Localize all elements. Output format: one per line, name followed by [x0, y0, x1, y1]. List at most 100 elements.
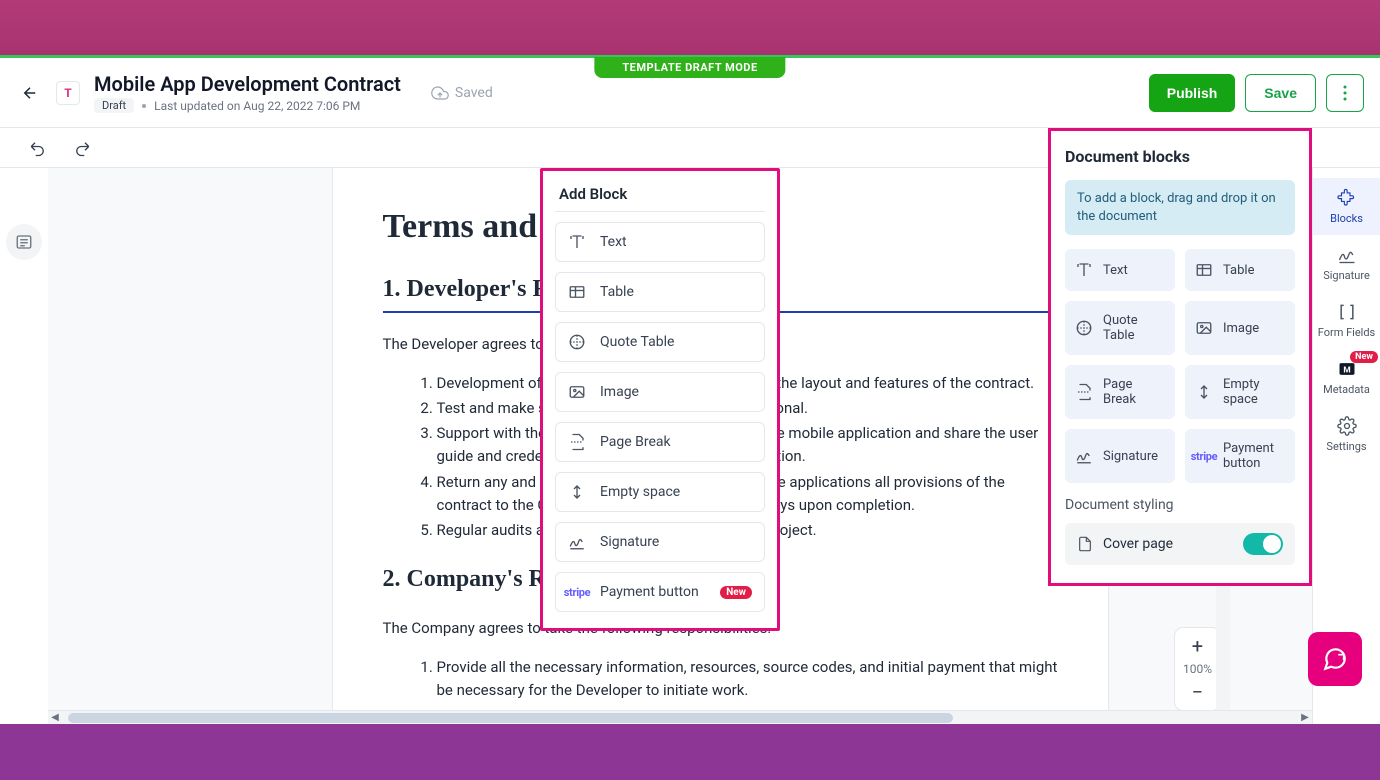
redo-button[interactable] [68, 134, 96, 162]
doc-block-payment[interactable]: stripe Payment button [1185, 429, 1295, 483]
gear-icon [1337, 416, 1357, 436]
grid-item-label: Signature [1103, 449, 1158, 464]
doc-block-text[interactable]: Text [1065, 249, 1175, 291]
new-badge: New [1350, 351, 1378, 363]
outline-button[interactable] [6, 224, 42, 260]
add-block-item-signature[interactable]: Signature [555, 522, 765, 562]
signature-icon [1075, 447, 1093, 465]
text-icon [568, 233, 586, 251]
brackets-icon [1337, 302, 1357, 322]
block-item-label: Empty space [600, 484, 680, 500]
undo-icon [29, 139, 47, 157]
zoom-level: 100% [1183, 662, 1212, 676]
cloud-saved-icon [431, 84, 449, 102]
document-styling-label: Document styling [1065, 497, 1295, 513]
empty-space-icon [1195, 383, 1213, 401]
block-item-label: Signature [600, 534, 659, 550]
rail-tab-signature[interactable]: Signature [1313, 235, 1380, 292]
saved-text: Saved [455, 85, 493, 101]
grid-item-label: Page Break [1103, 377, 1165, 407]
rail-tab-metadata[interactable]: New M Metadata [1313, 349, 1380, 406]
svg-text:M: M [1343, 365, 1350, 375]
table-icon [1195, 261, 1213, 279]
zoom-out-button[interactable]: − [1192, 682, 1203, 702]
table-icon [568, 283, 586, 301]
add-block-item-page-break[interactable]: Page Break [555, 422, 765, 462]
more-menu-button[interactable] [1326, 74, 1364, 112]
doc-block-image[interactable]: Image [1185, 301, 1295, 355]
horizontal-scrollbar[interactable]: ◀ ▶ [48, 710, 1312, 724]
add-block-item-table[interactable]: Table [555, 272, 765, 312]
header-bar: TEMPLATE DRAFT MODE T Mobile App Develop… [0, 58, 1380, 128]
list-item: Provide all the necessary information, r… [437, 656, 1058, 703]
block-item-label: Page Break [600, 434, 671, 450]
doc-block-page-break[interactable]: Page Break [1065, 365, 1175, 419]
cover-page-icon [1077, 536, 1093, 552]
text-icon [1075, 261, 1093, 279]
signature-icon [568, 533, 586, 551]
add-block-item-text[interactable]: Text [555, 222, 765, 262]
add-block-item-quote-table[interactable]: Quote Table [555, 322, 765, 362]
payment-icon: stripe [568, 583, 586, 601]
rail-tab-label: Metadata [1323, 383, 1370, 396]
add-block-popup: Add Block Text Table Quote Table Image Page … [540, 168, 780, 631]
rail-tab-label: Settings [1326, 440, 1366, 453]
doc-block-empty-space[interactable]: Empty space [1185, 365, 1295, 419]
document-title: Mobile App Development Contract [94, 72, 401, 96]
zoom-in-button[interactable]: + [1192, 636, 1203, 656]
new-badge: New [720, 586, 752, 599]
puzzle-icon [1337, 188, 1357, 208]
rail-tab-label: Signature [1323, 269, 1370, 282]
publish-button[interactable]: Publish [1149, 74, 1236, 112]
empty-space-icon [568, 483, 586, 501]
grid-item-label: Empty space [1223, 377, 1285, 407]
grid-item-label: Payment button [1223, 441, 1285, 471]
doc-block-quote-table[interactable]: Quote Table [1065, 301, 1175, 355]
kebab-icon [1343, 85, 1347, 101]
rail-tab-label: Blocks [1330, 212, 1363, 225]
grid-item-label: Image [1223, 321, 1259, 336]
bottom-banner [0, 724, 1380, 780]
grid-item-label: Table [1223, 263, 1254, 278]
section-2-list: Provide all the necessary information, r… [383, 656, 1058, 703]
rail-tab-label: Form Fields [1318, 326, 1376, 339]
rail-tab-blocks[interactable]: Blocks [1313, 178, 1380, 235]
zoom-controls: + 100% − [1175, 628, 1220, 710]
back-button[interactable] [16, 79, 44, 107]
last-updated: Last updated on Aug 22, 2022 7:06 PM [154, 99, 360, 113]
rail-tab-form-fields[interactable]: Form Fields [1313, 292, 1380, 349]
chat-icon [1322, 646, 1348, 672]
quote-table-icon [568, 333, 586, 351]
left-rail [0, 168, 48, 724]
saved-indicator: Saved [431, 84, 493, 102]
arrow-left-icon [21, 84, 39, 102]
add-block-item-empty-space[interactable]: Empty space [555, 472, 765, 512]
panel-hint: To add a block, drag and drop it on the … [1065, 180, 1295, 235]
grid-item-label: Quote Table [1103, 313, 1165, 343]
doc-block-table[interactable]: Table [1185, 249, 1295, 291]
add-block-title: Add Block [555, 185, 765, 212]
payment-icon: stripe [1195, 447, 1213, 465]
template-badge: T [56, 81, 80, 105]
cover-page-toggle[interactable] [1243, 533, 1283, 555]
top-banner [0, 0, 1380, 58]
page-break-icon [568, 433, 586, 451]
image-icon [568, 383, 586, 401]
undo-button[interactable] [24, 134, 52, 162]
chat-fab[interactable] [1308, 632, 1362, 686]
rail-tab-settings[interactable]: Settings [1313, 406, 1380, 463]
template-mode-pill: TEMPLATE DRAFT MODE [594, 57, 785, 78]
block-item-label: Text [600, 234, 627, 250]
image-icon [1195, 319, 1213, 337]
block-item-label: Quote Table [600, 334, 674, 350]
add-block-item-payment[interactable]: stripe Payment button New [555, 572, 765, 612]
block-item-label: Payment button [600, 584, 699, 600]
panel-title: Document blocks [1065, 147, 1295, 166]
save-button[interactable]: Save [1245, 74, 1316, 112]
block-item-label: Image [600, 384, 639, 400]
dot-separator [142, 104, 146, 108]
doc-block-signature[interactable]: Signature [1065, 429, 1175, 483]
outline-icon [15, 233, 33, 251]
add-block-item-image[interactable]: Image [555, 372, 765, 412]
block-item-label: Table [600, 284, 634, 300]
